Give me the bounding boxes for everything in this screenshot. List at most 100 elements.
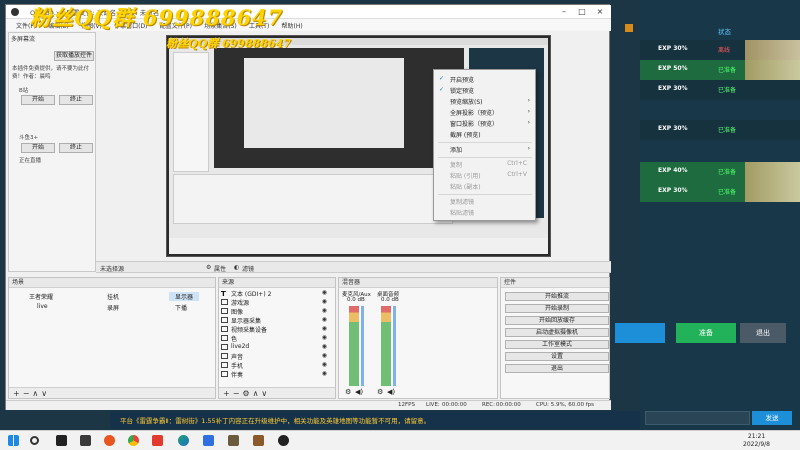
shortcut-copy: Ctrl+C <box>507 160 527 167</box>
search-icon[interactable] <box>30 436 39 445</box>
obs-icon[interactable] <box>278 435 289 446</box>
source-toolbar: 未选择源 ⚙ 属性 ◐ 滤镜 <box>96 261 611 273</box>
edge-icon[interactable] <box>178 435 189 446</box>
settings-button[interactable]: 设置 <box>505 352 609 361</box>
menu-copy-filters[interactable]: 复制滤镜 <box>450 197 474 206</box>
filters-button[interactable]: 滤镜 <box>242 264 254 273</box>
stop-button[interactable]: 终止 <box>59 143 93 153</box>
announcement-text: 平台《雷霆争霸Ⅱ：雷树街》1.55补丁内容正在升级维护中，相关功能及英雄地图等功… <box>120 417 431 425</box>
check-icon: ✓ <box>439 86 445 93</box>
live-label: LIVE: <box>426 402 440 408</box>
source-row[interactable]: live2d ◉ <box>219 343 335 352</box>
menu-enable-preview[interactable]: 开启预览 <box>450 75 474 84</box>
mic-volume-slider[interactable] <box>361 306 364 386</box>
app-icon[interactable] <box>253 435 264 446</box>
controls-dock: 控件 开始推流 开始录制 开始回放缓存 启动虚拟摄像机 工作室模式 设置 退出 <box>500 277 610 399</box>
scenes-dock: 场景 王者荣耀 挂机 显示器 live 录屏 下播 +−∧∨ <box>8 277 216 399</box>
status-header: 状态 <box>718 28 731 36</box>
menu-help[interactable]: 帮助(H) <box>282 21 303 30</box>
player-row[interactable]: EXP 30% 离线 <box>640 40 800 60</box>
player-row[interactable]: EXP 50% 已准备 <box>640 60 800 80</box>
exit-button[interactable]: 退出 <box>740 323 786 343</box>
gear-icon[interactable]: ⚙ <box>206 264 211 271</box>
source-row[interactable]: 显示器采集 ◉ <box>219 316 335 325</box>
player-row[interactable]: EXP 30% 已准备 <box>640 120 800 140</box>
source-row[interactable]: 声音 ◉ <box>219 352 335 361</box>
start-button[interactable]: 开始 <box>21 143 55 153</box>
scene-item-selected[interactable]: 显示器 <box>169 292 200 301</box>
gift-icon[interactable] <box>625 24 633 32</box>
scene-item[interactable]: 录屏 <box>107 303 119 312</box>
game-player-list: 状态 EXP 30% 离线 EXP 50% 已准备 EXP 30% 已准备 EX… <box>625 0 800 430</box>
source-row[interactable]: 视频采集设备 ◉ <box>219 325 335 334</box>
app-icon[interactable] <box>80 435 91 446</box>
scene-item[interactable]: 下播 <box>175 303 187 312</box>
menu-preview-scaling[interactable]: 预览缩放(S) <box>450 97 483 106</box>
menu-paste-duplicate[interactable]: 粘贴 (副本) <box>450 182 481 191</box>
player-avatar <box>745 40 800 60</box>
maximize-icon[interactable]: □ <box>573 6 591 17</box>
tiktok-icon[interactable] <box>56 435 67 446</box>
start-recording-button[interactable]: 开始录制 <box>505 304 609 313</box>
scene-actions[interactable]: +−∧∨ <box>9 387 215 398</box>
shortcut-paste: Ctrl+V <box>507 171 527 178</box>
preview-context-menu: ✓ 开启预览 ✓ 锁定预览 预览缩放(S) › 全屏投影（预览） › 窗口投影（… <box>433 69 536 221</box>
stop-button[interactable]: 终止 <box>59 95 93 105</box>
desktop-speaker-icon[interactable]: ◀) <box>387 388 395 396</box>
chrome-icon[interactable] <box>128 435 139 446</box>
start-streaming-button[interactable]: 开始推流 <box>505 292 609 301</box>
exit-button[interactable]: 退出 <box>505 364 609 373</box>
studio-mode-button[interactable]: 工作室模式 <box>505 340 609 349</box>
app-icon[interactable] <box>104 435 115 446</box>
source-row[interactable]: 伴奏 ◉ <box>219 370 335 379</box>
player-avatar <box>745 182 800 202</box>
menu-copy[interactable]: 复制 <box>450 160 462 169</box>
chat-input[interactable] <box>645 411 750 425</box>
app-icon[interactable] <box>228 435 239 446</box>
player-row[interactable]: EXP 40% 已准备 <box>640 162 800 182</box>
chevron-right-icon: › <box>527 119 530 126</box>
app-icon[interactable] <box>152 435 163 446</box>
clock-date: 2022/9/8 <box>743 441 770 448</box>
app-icon[interactable] <box>203 435 214 446</box>
cpu-stats: CPU: 5.9%, 60.00 fps <box>536 402 595 408</box>
player-row[interactable]: EXP 30% 已准备 <box>640 80 800 100</box>
scene-item[interactable]: 王者荣耀 <box>29 292 53 301</box>
menu-screenshot-preview[interactable]: 截屏 (预览) <box>450 130 481 139</box>
desktop-volume-slider[interactable] <box>393 306 396 386</box>
close-icon[interactable]: × <box>591 6 609 17</box>
chevron-right-icon: › <box>527 108 530 115</box>
mic-settings-icon[interactable]: ⚙ <box>345 388 351 396</box>
scene-item[interactable]: 挂机 <box>107 292 119 301</box>
start-icon[interactable] <box>8 435 19 446</box>
minimize-icon[interactable]: – <box>555 6 573 17</box>
menu-lock-preview[interactable]: 锁定预览 <box>450 86 474 95</box>
taskbar-clock[interactable]: 21:21 2022/9/8 <box>743 433 770 449</box>
ready-button[interactable]: 准备 <box>676 323 736 343</box>
menu-window-projector[interactable]: 窗口投影（预览） <box>450 119 498 128</box>
desktop-settings-icon[interactable]: ⚙ <box>377 388 383 396</box>
source-actions[interactable]: +−⚙∧∨ <box>219 387 335 398</box>
properties-button[interactable]: 属性 <box>214 264 226 273</box>
get-controls-button[interactable]: 获取播放控件 <box>54 51 94 61</box>
source-row[interactable]: 游戏源 ◉ <box>219 298 335 307</box>
plugin-title: 多屏幕流 <box>11 36 36 43</box>
scene-item[interactable]: live <box>37 303 48 310</box>
source-row[interactable]: T 文本 (GDI+) 2 ◉ <box>219 289 335 298</box>
menu-paste-reference[interactable]: 粘贴 (引用) <box>450 171 481 180</box>
source-row[interactable]: 手机 ◉ <box>219 361 335 370</box>
menu-paste-filters[interactable]: 粘贴滤镜 <box>450 208 474 217</box>
send-button[interactable]: 发送 <box>752 411 792 425</box>
source-row[interactable]: 图像 ◉ <box>219 307 335 316</box>
player-row[interactable]: EXP 30% 已准备 <box>640 182 800 202</box>
menu-add[interactable]: 添加 <box>450 145 462 154</box>
menu-fullscreen-projector[interactable]: 全屏投影（预览） <box>450 108 498 117</box>
left-ready-button[interactable] <box>615 323 665 343</box>
source-row[interactable]: 色 ◉ <box>219 334 335 343</box>
start-button[interactable]: 开始 <box>21 95 55 105</box>
replay-buffer-button[interactable]: 开始回放缓存 <box>505 316 609 325</box>
mic-speaker-icon[interactable]: ◀) <box>355 388 363 396</box>
filter-icon[interactable]: ◐ <box>234 264 239 271</box>
virtual-camera-button[interactable]: 启动虚拟摄像机 <box>505 328 609 337</box>
rec-timer: 00:00:00 <box>496 402 521 408</box>
